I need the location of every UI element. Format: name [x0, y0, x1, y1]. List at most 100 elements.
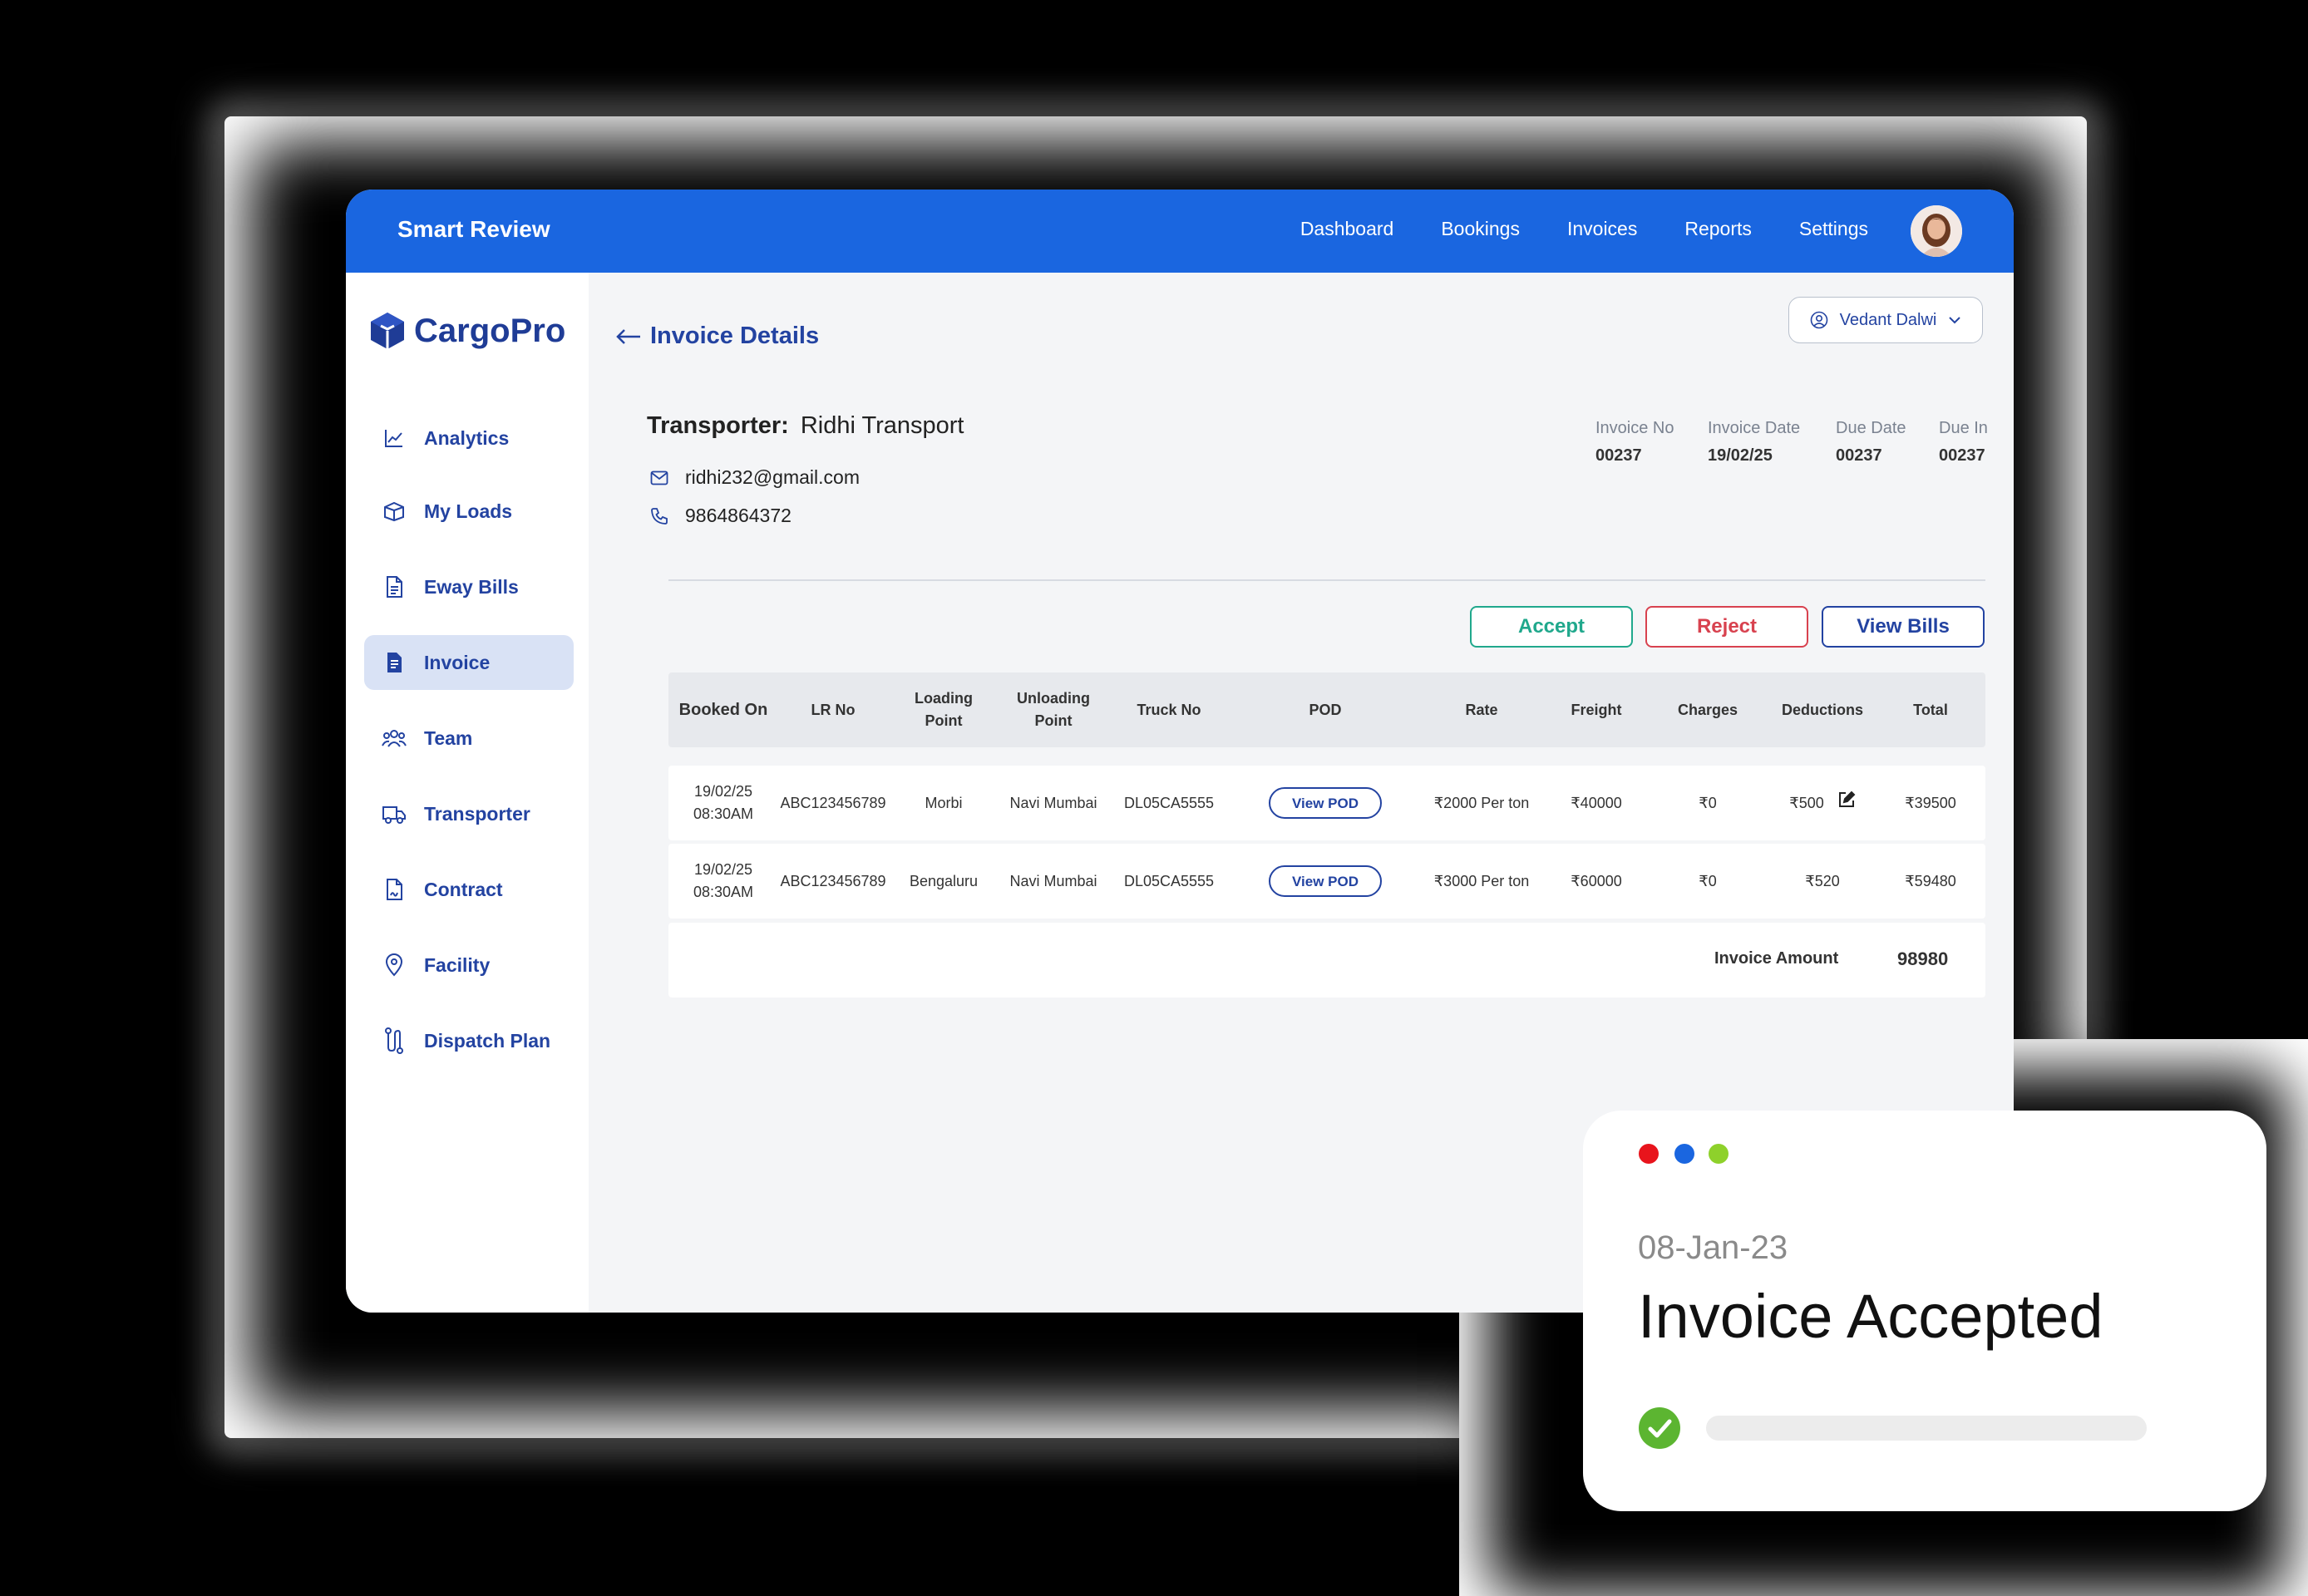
meta-value: 00237 [1836, 446, 1882, 465]
sidebar-item-invoice[interactable]: Invoice [364, 635, 574, 690]
progress-bar-placeholder [1706, 1416, 2147, 1441]
cell-loading: Bengaluru [909, 872, 979, 889]
table-header: Booked On LR No Loading Point Unloading Po… [668, 672, 1985, 747]
view-pod-button[interactable]: View POD [1269, 865, 1382, 897]
cell-rate: ₹3000 Per ton [1433, 872, 1530, 889]
phone-row: 9864864372 [650, 505, 792, 527]
sidebar-item-label: Analytics [424, 426, 510, 449]
transporter-label: Transporter: [647, 412, 789, 439]
meta-value: 00237 [1939, 446, 1985, 465]
view-pod-button[interactable]: View POD [1269, 787, 1382, 819]
sidebar-item-my-loads[interactable]: My Loads [364, 484, 574, 539]
sidebar-item-label: Facility [424, 953, 491, 976]
cell-freight: ₹40000 [1571, 794, 1622, 811]
cell-total: ₹39500 [1905, 794, 1956, 811]
notification-card: 08-Jan-23 Invoice Accepted [1583, 1111, 2266, 1511]
notification-title: Invoice Accepted [1638, 1282, 2103, 1351]
meta-label: Invoice No [1595, 419, 1674, 437]
transporter-line: Transporter: Ridhi Transport [647, 412, 964, 440]
cell-charges: ₹0 [1699, 872, 1717, 889]
user-dropdown[interactable]: Vedant Dalwi [1788, 297, 1983, 343]
arrow-left-icon [616, 328, 640, 344]
invoice-amount-label: Invoice Amount [1714, 949, 1839, 968]
top-nav: Dashboard Bookings Invoices Reports Sett… [1300, 218, 1868, 240]
email-row: ridhi232@gmail.com [650, 466, 860, 489]
nav-invoices[interactable]: Invoices [1567, 218, 1637, 240]
cell-lr-no: ABC123456789 [780, 794, 886, 811]
invoice-total-row: Invoice Amount 98980 [668, 923, 1985, 998]
sidebar-item-facility[interactable]: Facility [364, 938, 574, 993]
nav-dashboard[interactable]: Dashboard [1300, 218, 1394, 240]
invoice-amount-value: 98980 [1897, 948, 1949, 969]
team-icon [381, 725, 407, 751]
sidebar-item-team[interactable]: Team [364, 711, 574, 766]
back-link[interactable]: Invoice Details [615, 323, 819, 350]
cell-freight: ₹60000 [1571, 872, 1622, 889]
cell-total: ₹59480 [1905, 872, 1956, 889]
check-circle-icon [1639, 1407, 1680, 1449]
cargopro-logo: CargoPro [369, 311, 565, 351]
cell-truck: DL05CA5555 [1123, 872, 1215, 889]
cell-rate: ₹2000 Per ton [1433, 794, 1530, 811]
meta-label: Due Date [1836, 419, 1906, 437]
location-pin-icon [381, 952, 407, 978]
reject-button[interactable]: Reject [1645, 606, 1808, 648]
th-lr-no: LR No [811, 701, 856, 718]
user-icon [1810, 311, 1827, 329]
user-name: Vedant Dalwi [1839, 310, 1937, 329]
sidebar-item-dispatch-plan[interactable]: Dispatch Plan [364, 1013, 574, 1068]
sidebar-item-label: Eway Bills [424, 575, 519, 598]
meta-due-in: Due In 00237 [1939, 419, 1988, 466]
phone-icon [651, 507, 668, 525]
invoice-icon [381, 649, 407, 676]
deduction-value: ₹500 [1789, 794, 1824, 811]
green-dot-icon [1709, 1144, 1729, 1164]
cell-charges: ₹0 [1699, 794, 1717, 811]
sidebar-item-transporter[interactable]: Transporter [364, 786, 574, 841]
sidebar-item-eway-bills[interactable]: Eway Bills [364, 559, 574, 614]
th-unloading-point: Unloading Point [1017, 690, 1090, 729]
cell-pod: View POD [1267, 766, 1383, 840]
nav-bookings[interactable]: Bookings [1441, 218, 1520, 240]
cube-logo-icon [371, 313, 404, 349]
cell-loading: Morbi [925, 794, 963, 811]
sidebar-item-contract[interactable]: Contract [364, 862, 574, 917]
notification-date: 08-Jan-23 [1638, 1229, 1788, 1266]
meta-value: 00237 [1595, 446, 1642, 465]
chart-line-icon [381, 425, 407, 451]
brand-title: Smart Review [397, 216, 550, 242]
meta-invoice-no: Invoice No 00237 [1595, 419, 1674, 466]
th-booked-on: Booked On [678, 700, 768, 719]
meta-label: Invoice Date [1708, 419, 1801, 437]
sidebar: CargoPro Analytics My Loads Eway Bills I… [346, 273, 589, 1313]
chevron-down-icon [1949, 317, 1961, 324]
cell-booked-on: 19/02/25 08:30AM [693, 783, 754, 822]
nav-settings[interactable]: Settings [1799, 218, 1868, 240]
accept-button[interactable]: Accept [1470, 606, 1633, 648]
logo-text: CargoPro [414, 312, 566, 349]
sidebar-item-label: Team [424, 727, 473, 749]
th-freight: Freight [1571, 701, 1622, 718]
table-row: 19/02/25 08:30AM ABC123456789 Bengaluru N… [668, 844, 1985, 919]
meta-invoice-date: Invoice Date 19/02/25 [1708, 419, 1800, 466]
contract-icon [381, 876, 407, 903]
cell-pod: View POD [1267, 844, 1383, 919]
meta-label: Due In [1939, 419, 1988, 437]
sidebar-item-analytics[interactable]: Analytics [364, 411, 574, 466]
phone-text[interactable]: 9864864372 [685, 505, 792, 527]
edit-icon[interactable] [1837, 791, 1856, 809]
th-total: Total [1913, 701, 1948, 718]
top-bar: Smart Review Dashboard Bookings Invoices… [346, 190, 2014, 273]
meta-value: 19/02/25 [1708, 446, 1773, 465]
view-bills-button[interactable]: View Bills [1822, 606, 1985, 648]
document-icon [381, 574, 407, 600]
th-pod: POD [1309, 701, 1342, 718]
cell-deductions: ₹500 [1763, 766, 1882, 840]
sidebar-item-label: Contract [424, 878, 503, 900]
box-icon [381, 498, 407, 525]
avatar[interactable] [1911, 205, 1962, 257]
table-row: 19/02/25 08:30AM ABC123456789 Morbi Navi … [668, 766, 1985, 840]
email-text[interactable]: ridhi232@gmail.com [685, 466, 860, 489]
nav-reports[interactable]: Reports [1684, 218, 1752, 240]
cell-unloading: Navi Mumbai [1009, 872, 1097, 889]
